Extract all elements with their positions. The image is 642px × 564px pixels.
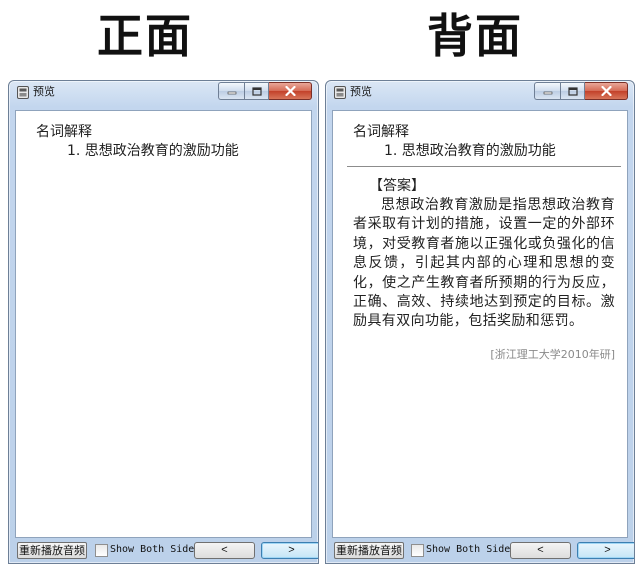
answer-divider — [347, 166, 621, 167]
show-both-sides-label[interactable]: Show Both Sides — [110, 543, 200, 557]
source-citation: [浙江理工大学2010年研] — [490, 347, 615, 361]
show-both-sides-label[interactable]: Show Both Sides — [426, 543, 516, 557]
minimize-icon — [227, 91, 236, 95]
window-title: 预览 — [350, 85, 372, 98]
close-icon — [284, 86, 296, 96]
section-label: 名词解释 — [36, 124, 92, 140]
close-icon — [600, 86, 612, 96]
minimize-icon — [543, 91, 552, 95]
app-icon — [334, 86, 346, 99]
card-content-area: 名词解释 1. 思想政治教育的激励功能 【答案】 思想政治教育激励是指思想政治教… — [332, 110, 628, 538]
front-heading: 正面 — [97, 9, 193, 63]
next-button[interactable]: > — [261, 542, 318, 559]
maximize-icon — [567, 86, 578, 96]
next-button[interactable]: > — [577, 542, 634, 559]
maximize-button[interactable] — [244, 82, 269, 100]
back-preview-window: 预览 名词解释 1. 思想政治教育的激励功能 【答案】 思想政治教育激励是指思想… — [325, 80, 635, 564]
bottom-toolbar: 重新播放音频 Show Both Sides < > — [332, 541, 634, 560]
back-heading: 背面 — [427, 9, 523, 63]
answer-tag: 【答案】 — [369, 178, 425, 194]
replay-audio-button[interactable]: 重新播放音频 — [334, 542, 404, 559]
section-label: 名词解释 — [353, 124, 409, 140]
show-both-sides-checkbox[interactable] — [411, 544, 424, 557]
question-text: 1. 思想政治教育的激励功能 — [67, 143, 239, 159]
maximize-button[interactable] — [560, 82, 585, 100]
replay-audio-button[interactable]: 重新播放音频 — [17, 542, 87, 559]
previous-button[interactable]: < — [510, 542, 571, 559]
title-bar[interactable]: 预览 — [9, 81, 318, 103]
maximize-icon — [251, 86, 262, 96]
question-text: 1. 思想政治教育的激励功能 — [384, 143, 556, 159]
close-button[interactable] — [269, 82, 312, 100]
card-content-area: 名词解释 1. 思想政治教育的激励功能 — [15, 110, 312, 538]
bottom-toolbar: 重新播放音频 Show Both Sides < > — [15, 541, 318, 560]
answer-text: 思想政治教育激励是指思想政治教育者采取有计划的措施，设置一定的外部环境，对受教育… — [353, 197, 615, 330]
close-button[interactable] — [585, 82, 628, 100]
show-both-sides-checkbox[interactable] — [95, 544, 108, 557]
title-bar[interactable]: 预览 — [326, 81, 634, 103]
minimize-button[interactable] — [218, 82, 244, 100]
front-preview-window: 预览 名词解释 1. 思想政治教育的激励功能 重新播放音频 Show Both … — [8, 80, 319, 564]
minimize-button[interactable] — [534, 82, 560, 100]
window-title: 预览 — [33, 85, 55, 98]
app-icon — [17, 86, 29, 99]
previous-button[interactable]: < — [194, 542, 255, 559]
